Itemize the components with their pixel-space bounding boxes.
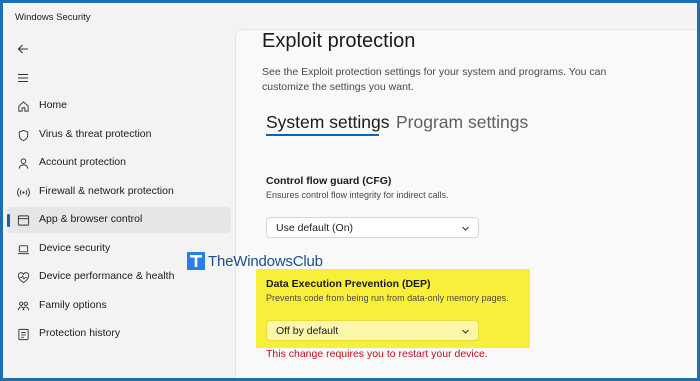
hamburger-icon — [18, 73, 28, 83]
sidebar-item-label: Account protection — [39, 156, 126, 168]
cfg-description: Ensures control flow integrity for indir… — [266, 190, 449, 200]
cfg-dropdown-value: Use default (On) — [276, 222, 354, 234]
main-content: Exploit protection See the Exploit prote… — [235, 29, 697, 378]
back-arrow-icon — [17, 44, 28, 54]
shield-icon — [16, 128, 30, 142]
sidebar-item-label: App & browser control — [39, 213, 143, 225]
back-button[interactable] — [12, 38, 34, 60]
sidebar-item-label: Family options — [39, 299, 107, 311]
window-title: Windows Security — [15, 12, 91, 23]
sidebar-item-label: Device performance & health — [39, 270, 175, 282]
cfg-dropdown[interactable]: Use default (On) — [266, 217, 479, 238]
app-window-icon — [16, 213, 30, 227]
sidebar: Home Virus & threat protection Account p… — [3, 33, 235, 378]
dep-dropdown-value: Off by default — [276, 325, 339, 337]
sidebar-item-label: Firewall & network protection — [39, 185, 174, 197]
sidebar-item-label: Home — [39, 99, 68, 111]
restart-warning: This change requires you to restart your… — [266, 348, 488, 360]
sidebar-item-family-options[interactable]: Family options — [7, 293, 231, 319]
person-icon — [16, 156, 30, 170]
active-indicator — [7, 214, 10, 227]
dep-description: Prevents code from being run from data-o… — [266, 293, 509, 303]
tab-program-settings[interactable]: Program settings — [396, 112, 528, 133]
chevron-down-icon — [462, 226, 469, 231]
app-window: Windows Security Home Virus & threat pro… — [3, 3, 697, 378]
sidebar-item-label: Virus & threat protection — [39, 128, 152, 140]
sidebar-item-account-protection[interactable]: Account protection — [7, 150, 231, 176]
watermark-logo-icon — [187, 252, 205, 270]
sidebar-item-label: Protection history — [39, 327, 121, 339]
heart-pulse-icon — [16, 270, 30, 284]
sidebar-item-virus-threat-protection[interactable]: Virus & threat protection — [7, 122, 231, 148]
sidebar-item-protection-history[interactable]: Protection history — [7, 321, 231, 347]
sidebar-item-firewall-network-protection[interactable]: Firewall & network protection — [7, 179, 231, 205]
dep-dropdown[interactable]: Off by default — [266, 320, 479, 341]
sidebar-item-label: Device security — [39, 242, 111, 254]
history-icon — [16, 327, 30, 341]
chevron-down-icon — [462, 329, 469, 334]
dep-highlight: Data Execution Prevention (DEP) Prevents… — [256, 269, 530, 348]
sidebar-item-home[interactable]: Home — [7, 93, 231, 119]
cfg-title: Control flow guard (CFG) — [266, 175, 392, 187]
watermark-text: TheWindowsClub — [208, 252, 323, 270]
home-icon — [16, 99, 30, 113]
page-description: See the Exploit protection settings for … — [262, 66, 607, 93]
wireless-icon — [16, 185, 30, 199]
watermark: TheWindowsClub — [187, 251, 323, 271]
family-icon — [16, 299, 30, 313]
sidebar-item-app-browser-control[interactable]: App & browser control — [7, 207, 231, 233]
menu-button[interactable] — [12, 67, 34, 89]
page-title: Exploit protection — [262, 30, 416, 52]
laptop-icon — [16, 242, 30, 256]
tab-system-settings[interactable]: System settings — [266, 112, 390, 133]
dep-title: Data Execution Prevention (DEP) — [266, 278, 431, 290]
tab-underline — [266, 134, 379, 136]
